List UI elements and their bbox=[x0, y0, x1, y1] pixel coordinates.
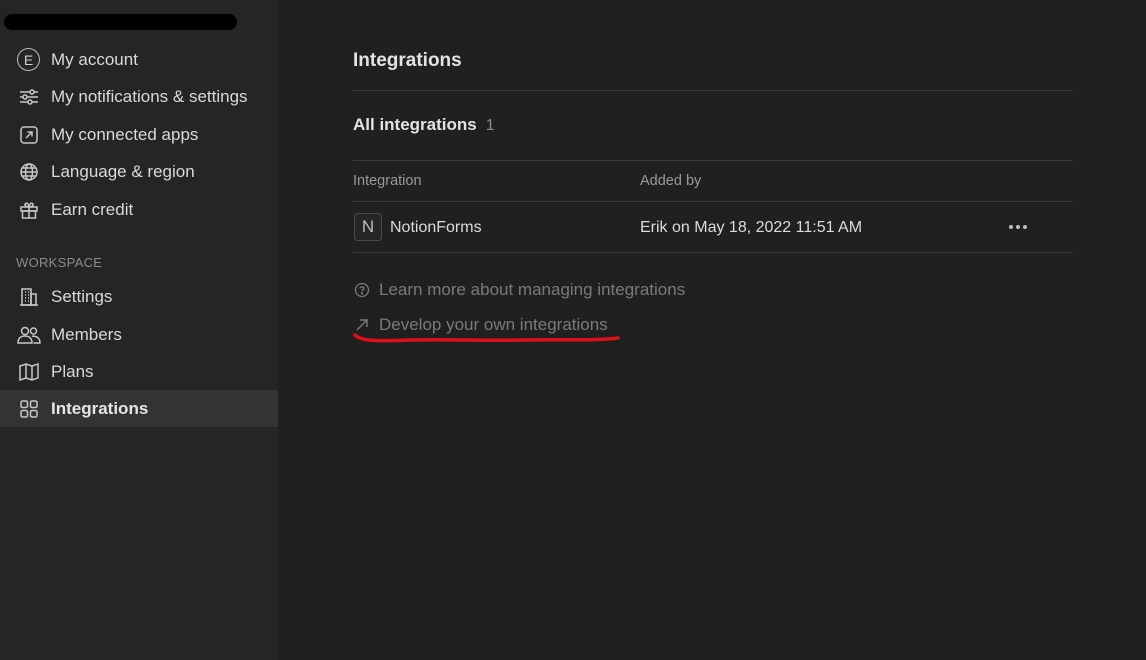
notionforms-logo-icon: N bbox=[354, 213, 382, 241]
integration-name: NotionForms bbox=[390, 219, 482, 236]
header-divider bbox=[353, 201, 1073, 202]
people-icon bbox=[16, 322, 41, 347]
sidebar-item-integrations[interactable]: Integrations bbox=[0, 390, 278, 427]
added-by-value: Erik on May 18, 2022 11:51 AM bbox=[640, 219, 863, 236]
learn-more-link-text: Learn more about managing integrations bbox=[379, 280, 686, 299]
sidebar-item-members[interactable]: Members bbox=[0, 316, 278, 353]
all-integrations-heading: All integrations 1 bbox=[353, 115, 495, 135]
building-icon bbox=[16, 284, 41, 309]
all-integrations-label: All integrations bbox=[353, 115, 477, 134]
help-circle-icon bbox=[353, 281, 371, 299]
sidebar-item-my-account[interactable]: E My account bbox=[0, 41, 278, 78]
settings-window: E My account My notifications & settings… bbox=[0, 0, 1146, 660]
external-link-box-icon bbox=[16, 122, 41, 147]
avatar-e-icon: E bbox=[16, 47, 41, 72]
red-underline-annotation bbox=[353, 333, 620, 343]
learn-more-link[interactable]: Learn more about managing integrations bbox=[353, 280, 685, 300]
sidebar-item-label: Earn credit bbox=[51, 199, 134, 219]
column-header-added-by: Added by bbox=[640, 173, 702, 189]
sidebar-item-plans[interactable]: Plans bbox=[0, 353, 278, 390]
integrations-count: 1 bbox=[485, 117, 495, 134]
sliders-icon bbox=[16, 84, 41, 109]
workspace-section-label: WORKSPACE bbox=[16, 255, 103, 270]
column-header-integration: Integration bbox=[353, 173, 422, 189]
sidebar-item-label: My connected apps bbox=[51, 124, 199, 144]
sidebar-item-label: My notifications & settings bbox=[51, 86, 248, 106]
table-top-divider bbox=[353, 160, 1073, 161]
title-divider bbox=[353, 90, 1073, 91]
sidebar-item-label: Members bbox=[51, 324, 122, 344]
row-divider bbox=[353, 252, 1073, 253]
sidebar-item-connected-apps[interactable]: My connected apps bbox=[0, 116, 278, 153]
globe-icon bbox=[16, 159, 41, 184]
page-title: Integrations bbox=[353, 50, 462, 71]
sidebar-item-language-region[interactable]: Language & region bbox=[0, 153, 278, 190]
sidebar-item-notifications[interactable]: My notifications & settings bbox=[0, 78, 278, 115]
grid-icon bbox=[16, 396, 41, 421]
sidebar-item-earn-credit[interactable]: Earn credit bbox=[0, 191, 278, 228]
sidebar: E My account My notifications & settings… bbox=[0, 0, 278, 660]
gift-icon bbox=[16, 197, 41, 222]
sidebar-item-settings[interactable]: Settings bbox=[0, 278, 278, 315]
sidebar-item-label: Plans bbox=[51, 361, 94, 381]
more-options-icon[interactable] bbox=[1004, 214, 1032, 240]
sidebar-item-label: My account bbox=[51, 49, 138, 69]
sidebar-item-label: Integrations bbox=[51, 398, 149, 418]
redacted-workspace-name bbox=[4, 14, 237, 30]
sidebar-item-label: Settings bbox=[51, 286, 113, 306]
map-icon bbox=[16, 359, 41, 384]
sidebar-item-label: Language & region bbox=[51, 161, 195, 181]
